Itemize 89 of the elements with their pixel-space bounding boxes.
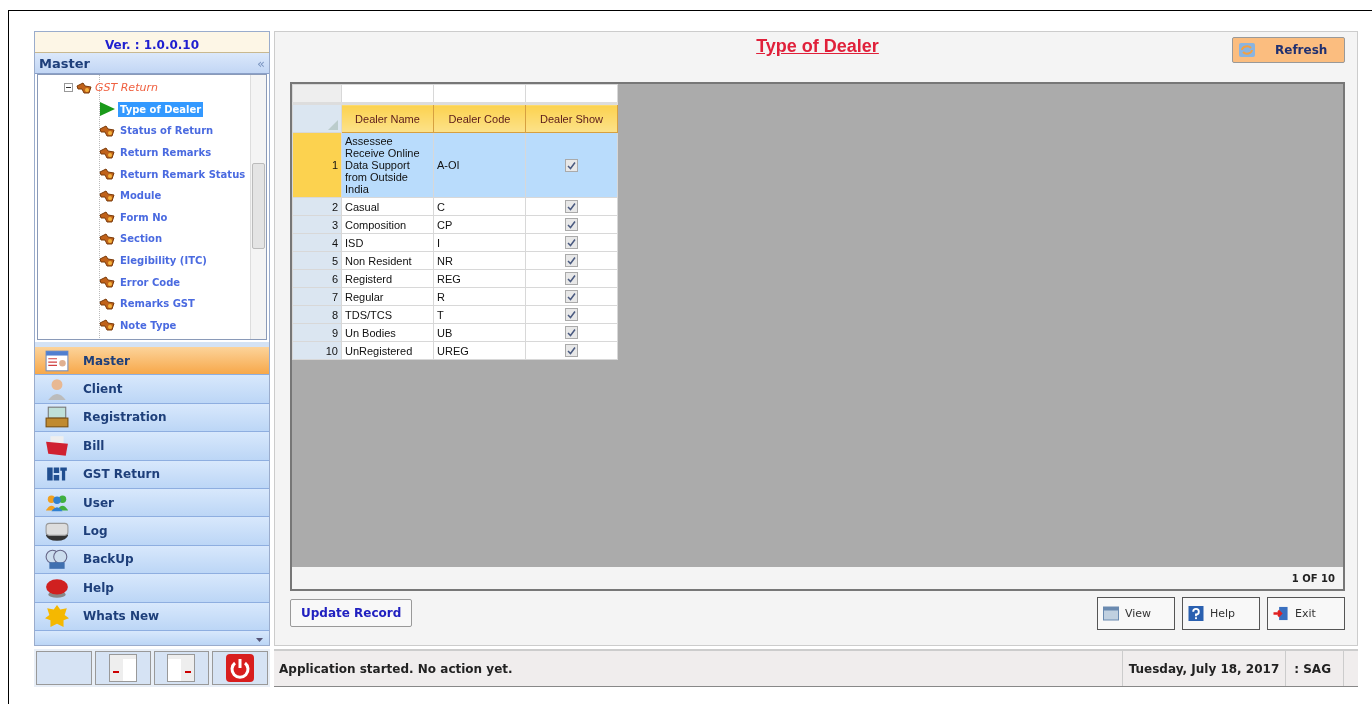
table-cell: TDS/TCS <box>341 305 434 324</box>
table-cell: Composition <box>341 215 434 234</box>
table-cell: UREG <box>433 341 526 360</box>
tree-item[interactable]: Error Code <box>118 274 183 290</box>
scrollbar[interactable] <box>250 75 266 339</box>
table-cell: C <box>433 197 526 216</box>
status-user: : SAG <box>1285 651 1343 686</box>
refresh-icon <box>1239 43 1255 57</box>
checkbox[interactable] <box>565 158 578 172</box>
table-cell: R <box>433 287 526 306</box>
drive-icon <box>45 520 69 543</box>
nav-item[interactable]: Whats New <box>35 602 269 631</box>
window-icon <box>1103 605 1119 621</box>
table-cell: Un Bodies <box>341 323 434 342</box>
help-icon <box>1188 605 1204 621</box>
left-panel-button[interactable] <box>94 651 151 685</box>
checkbox[interactable] <box>565 290 578 304</box>
table-cell: CP <box>433 215 526 234</box>
view-button[interactable]: View <box>1097 596 1175 630</box>
tree-item[interactable]: Module <box>118 188 164 204</box>
column-header[interactable]: Dealer Show <box>525 103 618 133</box>
checkbox[interactable] <box>565 236 578 250</box>
play-arrow-icon <box>99 102 115 117</box>
status-message: Application started. No action yet. <box>278 661 514 676</box>
filter-field[interactable] <box>525 84 618 104</box>
nav-item[interactable]: Client <box>35 375 269 404</box>
tree-item[interactable]: Section <box>118 231 165 247</box>
tree-item[interactable]: Remarks GST <box>118 296 197 312</box>
refresh-button[interactable]: Refresh <box>1232 37 1345 63</box>
nav-item[interactable]: User <box>35 488 269 518</box>
cash-register-icon <box>45 406 69 429</box>
window-layout-icon <box>108 654 137 682</box>
panel-title: Master <box>39 55 90 71</box>
table-cell: T <box>433 305 526 324</box>
tree-item[interactable]: Return Remark Status <box>118 166 248 182</box>
checkbox[interactable] <box>565 272 578 286</box>
nav-item[interactable]: Bill <box>35 432 269 461</box>
power-button[interactable] <box>212 651 268 685</box>
table-cell: UB <box>433 323 526 342</box>
checkbox[interactable] <box>565 200 578 214</box>
nav-item[interactable]: GST Return <box>35 460 269 489</box>
checkbox[interactable] <box>565 254 578 268</box>
tree-item[interactable]: Status of Return <box>118 123 216 139</box>
form-icon <box>45 349 69 372</box>
nav-item[interactable]: Master <box>35 347 269 376</box>
tree-item[interactable]: Elegibility (ITC) <box>118 253 209 269</box>
tree-item[interactable]: Return Remarks <box>118 145 214 161</box>
table-cell: A-OI <box>433 132 526 198</box>
tree-item[interactable]: Form No <box>118 209 170 225</box>
table-cell: Assessee Receive Online Data Support from Outside India <box>341 132 434 198</box>
table-cell: ISD <box>341 233 434 252</box>
table-cell: Casual <box>341 197 434 216</box>
folder-icon <box>45 434 69 457</box>
table-cell: UnRegistered <box>341 341 434 360</box>
filter-field[interactable] <box>433 84 526 104</box>
right-panel-button[interactable] <box>153 651 210 685</box>
row-header[interactable]: 1 <box>292 132 342 198</box>
help-button[interactable]: Help <box>1182 596 1260 630</box>
help-button-icon <box>45 576 69 599</box>
status-date: Tuesday, July 18, 2017 <box>1121 651 1286 686</box>
collapse-icon[interactable] <box>64 83 73 93</box>
column-header[interactable]: Dealer Name <box>341 103 434 133</box>
discs-icon <box>45 548 69 571</box>
table-cell: REG <box>433 269 526 288</box>
nav-item[interactable]: Help <box>35 574 269 603</box>
checkbox[interactable] <box>565 308 578 322</box>
page-indicator: 1 OF 10 <box>1291 572 1335 584</box>
column-header[interactable]: Dealer Code <box>433 103 526 133</box>
nav-item[interactable]: BackUp <box>35 545 269 575</box>
table-cell: Non Resident <box>341 251 434 270</box>
window-layout-icon <box>167 654 196 682</box>
table-cell: NR <box>433 251 526 270</box>
nav-item[interactable]: Registration <box>35 403 269 433</box>
table-cell: I <box>433 233 526 252</box>
table-cell: Registerd <box>341 269 434 288</box>
checkbox[interactable] <box>565 218 578 232</box>
filter-field[interactable] <box>341 84 434 104</box>
new-badge-icon <box>45 605 69 628</box>
exit-door-icon <box>1273 605 1289 621</box>
power-icon <box>226 654 255 682</box>
exit-button[interactable]: Exit <box>1267 596 1345 630</box>
page-title: Type of Dealer <box>756 36 879 58</box>
version-text: Ver. : 1.0.0.10 <box>104 38 200 52</box>
nav-item[interactable]: Log <box>35 517 269 546</box>
tree-item[interactable]: Note Type <box>118 317 179 333</box>
table-cell: Regular <box>341 287 434 306</box>
update-record-button[interactable]: Update Record <box>290 599 413 627</box>
checkbox[interactable] <box>565 344 578 358</box>
checkbox[interactable] <box>565 326 578 340</box>
